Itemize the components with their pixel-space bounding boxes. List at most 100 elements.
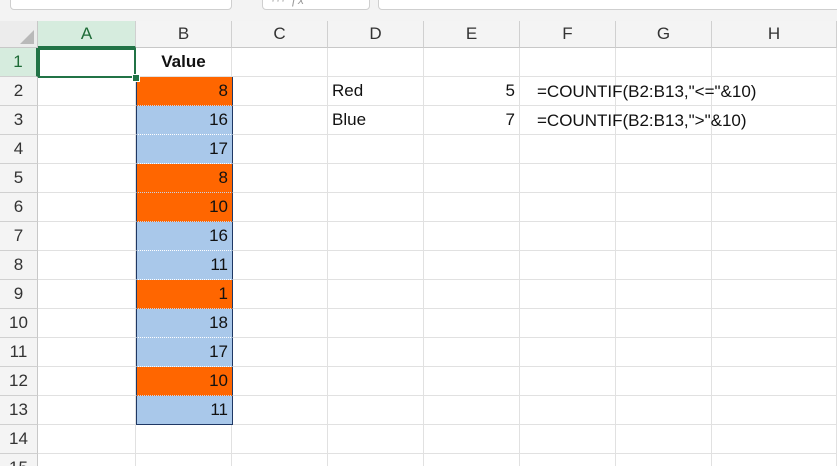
summary-count[interactable]: 7 [424,106,520,135]
cell-d5[interactable] [328,164,424,193]
cell-e4[interactable] [424,135,520,164]
cell-h8[interactable] [712,251,837,280]
row-header-6[interactable]: 6 [0,193,38,222]
column-header-h[interactable]: H [712,21,837,48]
cell-f5[interactable] [520,164,616,193]
cell-h6[interactable] [712,193,837,222]
cell-a2[interactable] [38,77,136,106]
value-cell[interactable]: 11 [136,396,233,425]
row-header-10[interactable]: 10 [0,309,38,338]
cell-h12[interactable] [712,367,837,396]
column-header-b[interactable]: B [136,21,232,48]
value-cell[interactable]: 10 [136,367,233,396]
cell-a4[interactable] [38,135,136,164]
cell-g9[interactable] [616,280,712,309]
summary-label[interactable]: Red [328,77,424,106]
cell-e12[interactable] [424,367,520,396]
cell-c9[interactable] [232,280,328,309]
value-cell[interactable]: 17 [136,338,233,367]
cell-f6[interactable] [520,193,616,222]
row-header-3[interactable]: 3 [0,106,38,135]
cell-d1[interactable] [328,48,424,77]
cell-f10[interactable] [520,309,616,338]
cell-a5[interactable] [38,164,136,193]
cell-f1[interactable] [520,48,616,77]
cell-g14[interactable] [616,425,712,454]
worksheet-grid[interactable]: ABCDEFGH123456789101112131415Value816178… [0,21,837,466]
cell-e14[interactable] [424,425,520,454]
cell-h5[interactable] [712,164,837,193]
value-header[interactable]: Value [136,48,232,77]
cell-a6[interactable] [38,193,136,222]
summary-count[interactable]: 5 [424,77,520,106]
cell-c10[interactable] [232,309,328,338]
cell-d7[interactable] [328,222,424,251]
cell-e15[interactable] [424,454,520,466]
cell-c13[interactable] [232,396,328,425]
function-buttons[interactable]: ··· ƒx [262,0,370,10]
cell-g15[interactable] [616,454,712,466]
row-header-4[interactable]: 4 [0,135,38,164]
value-cell[interactable]: 17 [136,135,233,164]
cell-f12[interactable] [520,367,616,396]
cell-a8[interactable] [38,251,136,280]
cell-e10[interactable] [424,309,520,338]
cell-g13[interactable] [616,396,712,425]
column-header-d[interactable]: D [328,21,424,48]
cell-e9[interactable] [424,280,520,309]
value-cell[interactable]: 11 [136,251,233,280]
cell-f9[interactable] [520,280,616,309]
cell-e5[interactable] [424,164,520,193]
cell-d6[interactable] [328,193,424,222]
cell-f15[interactable] [520,454,616,466]
cell-a7[interactable] [38,222,136,251]
row-header-9[interactable]: 9 [0,280,38,309]
cell-h15[interactable] [712,454,837,466]
cell-d9[interactable] [328,280,424,309]
cell-c8[interactable] [232,251,328,280]
value-cell[interactable]: 18 [136,309,233,338]
cell-a14[interactable] [38,425,136,454]
cell-e8[interactable] [424,251,520,280]
cell-g4[interactable] [616,135,712,164]
cell-e7[interactable] [424,222,520,251]
cell-h1[interactable] [712,48,837,77]
cell-a3[interactable] [38,106,136,135]
cell-h11[interactable] [712,338,837,367]
cell-d8[interactable] [328,251,424,280]
cell-d15[interactable] [328,454,424,466]
cell-f8[interactable] [520,251,616,280]
column-header-a[interactable]: A [38,21,136,48]
cell-g6[interactable] [616,193,712,222]
cell-h13[interactable] [712,396,837,425]
cell-b15[interactable] [136,454,232,466]
column-header-c[interactable]: C [232,21,328,48]
cell-c7[interactable] [232,222,328,251]
cell-c3[interactable] [232,106,328,135]
column-header-f[interactable]: F [520,21,616,48]
summary-formula[interactable]: =COUNTIF(B2:B13,">"&10) [537,106,747,135]
cell-d11[interactable] [328,338,424,367]
row-header-7[interactable]: 7 [0,222,38,251]
cell-e13[interactable] [424,396,520,425]
value-cell[interactable]: 8 [136,77,233,106]
row-header-1[interactable]: 1 [0,48,38,77]
cell-g5[interactable] [616,164,712,193]
cell-a9[interactable] [38,280,136,309]
select-all-button[interactable] [0,21,38,48]
cell-b14[interactable] [136,425,232,454]
fill-handle[interactable] [132,74,140,82]
cell-c11[interactable] [232,338,328,367]
cell-d4[interactable] [328,135,424,164]
formula-bar[interactable] [378,0,837,10]
row-header-15[interactable]: 15 [0,454,38,466]
row-header-13[interactable]: 13 [0,396,38,425]
value-cell[interactable]: 8 [136,164,233,193]
cell-a15[interactable] [38,454,136,466]
cell-d13[interactable] [328,396,424,425]
cell-a11[interactable] [38,338,136,367]
cell-g10[interactable] [616,309,712,338]
cell-a12[interactable] [38,367,136,396]
row-header-11[interactable]: 11 [0,338,38,367]
name-box[interactable] [10,0,232,10]
